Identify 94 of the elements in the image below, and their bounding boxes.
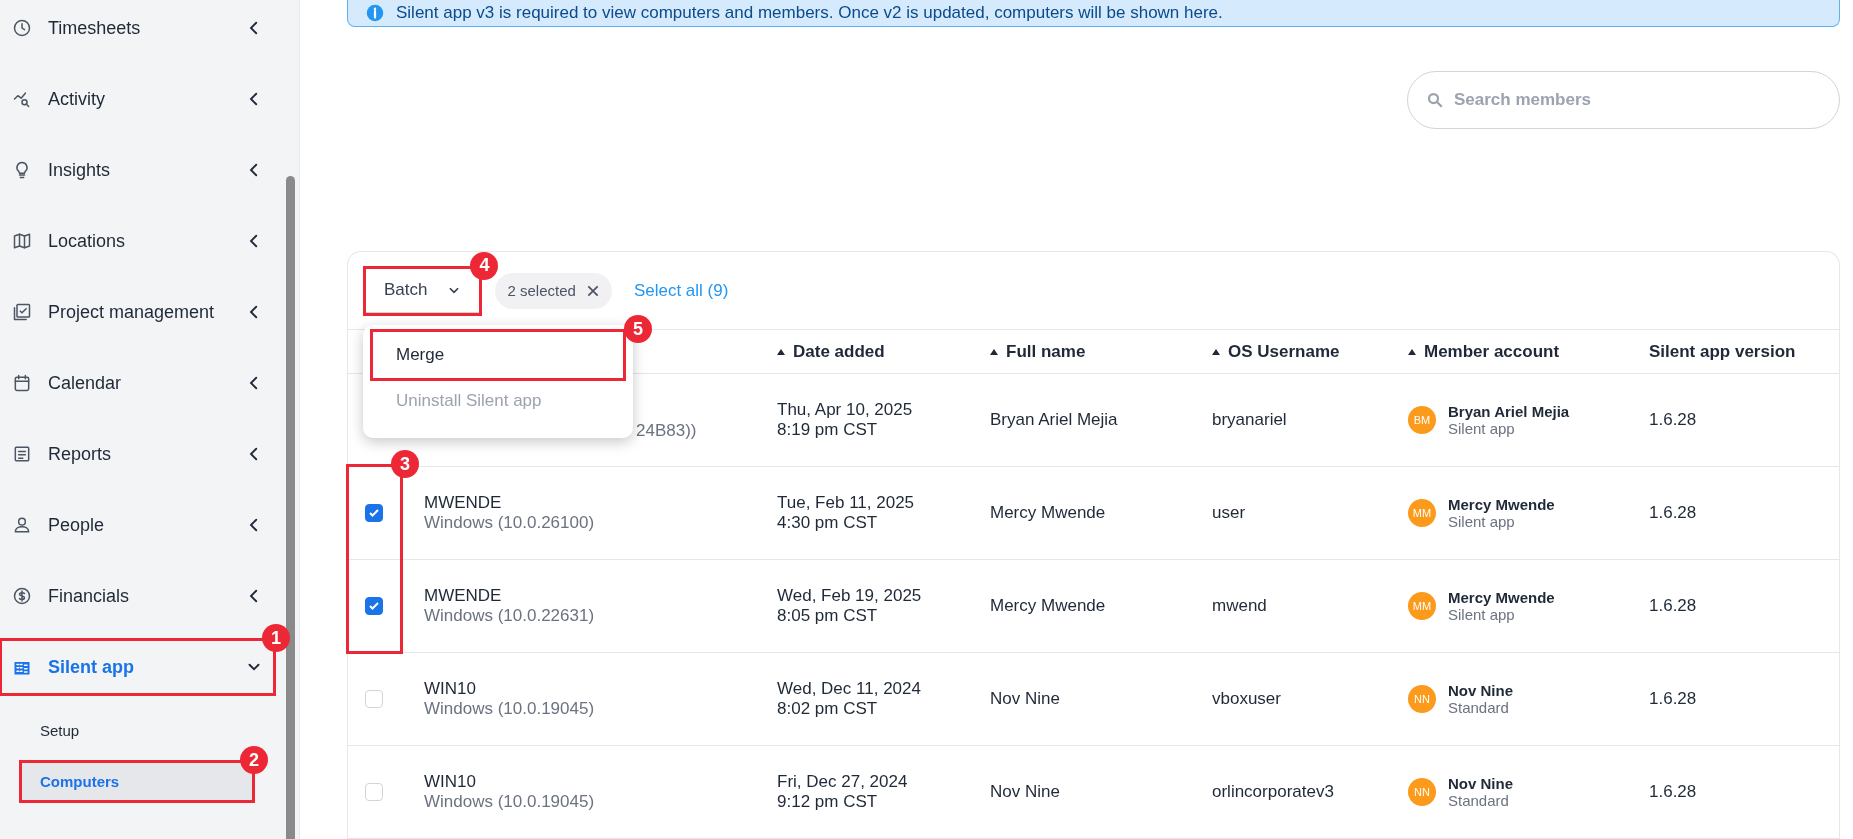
computer-name: MWENDE <box>424 586 503 606</box>
sort-icon <box>990 348 998 355</box>
member-type: Standard <box>1448 699 1510 716</box>
menu-item[interactable]: Merge <box>373 332 623 378</box>
member-name: Bryan Ariel Mejia <box>1448 403 1570 420</box>
time-text: 8:19 pm CST <box>777 420 879 440</box>
member-name: Mercy Mwende <box>1448 589 1555 606</box>
column-header[interactable]: OS Username <box>1202 341 1398 362</box>
table-cell-text: Nov Nine <box>989 782 1061 802</box>
table-cell-text: Mercy Mwende <box>989 503 1107 523</box>
table-cell-text: mwend <box>1211 596 1268 616</box>
member-type: Silent app <box>1448 420 1516 437</box>
os-version: Windows (10.0.19045) <box>424 792 596 812</box>
table-cell-text: 1.6.28 <box>1648 596 1698 616</box>
computer-name: WIN10 <box>424 679 477 699</box>
table-cell-text: Mercy Mwende <box>989 596 1107 616</box>
sidebar-item[interactable]: Timesheets <box>2 2 274 54</box>
os-version: Windows (10.0.26100) <box>424 513 596 533</box>
member-name: Nov Nine <box>1448 775 1513 792</box>
table-cell-text: user <box>1211 503 1247 523</box>
calendar-icon <box>12 373 32 393</box>
sidebar-item[interactable]: Financials <box>2 570 274 622</box>
avatar: MM <box>1408 592 1436 620</box>
sort-icon <box>1408 348 1416 355</box>
annotation-badge: 5 <box>624 315 652 343</box>
annotation-badge: 2 <box>240 746 269 774</box>
date-text: Fri, Dec 27, 2024 <box>777 772 909 792</box>
date-text: Wed, Dec 11, 2024 <box>777 679 922 699</box>
table-cell-text: 1.6.28 <box>1648 782 1698 802</box>
table-cell-text: 1.6.28 <box>1648 503 1698 523</box>
column-header[interactable]: Silent app version <box>1639 341 1839 362</box>
table-cell-text: vboxuser <box>1211 689 1282 709</box>
selection-count: 2 selected <box>507 282 576 299</box>
document-icon <box>12 444 32 464</box>
sidebar-subitem[interactable]: Setup <box>22 712 253 749</box>
dollar-icon <box>12 586 32 606</box>
banner-text: Silent app v3 is required to view computers and members. Once v2 is updated, computers will be shown here. <box>396 3 1223 23</box>
checkbox[interactable] <box>365 597 383 615</box>
member-type: Standard <box>1448 792 1510 809</box>
scrollbar-thumb[interactable] <box>286 176 296 839</box>
time-text: 8:02 pm CST <box>777 699 879 719</box>
checklist-icon <box>12 302 32 322</box>
person-icon <box>12 515 32 535</box>
computer-name: MWENDE <box>424 493 503 513</box>
map-icon <box>12 231 32 251</box>
sidebar-item[interactable]: Locations <box>2 215 274 267</box>
batch-dropdown[interactable]: Batch <box>366 268 480 313</box>
os-version: Windows (10.0.19045) <box>424 699 596 719</box>
annotation-badge: 4 <box>470 251 499 280</box>
table-cell-text: Bryan Ariel Mejia <box>989 410 1119 430</box>
os-version: 24B83)) <box>636 421 697 441</box>
computer-name: WIN10 <box>424 772 477 792</box>
time-text: 4:30 pm CST <box>777 513 879 533</box>
check-icon <box>368 600 380 612</box>
column-header[interactable]: Date added <box>767 341 980 362</box>
column-header[interactable]: Member account <box>1398 341 1639 362</box>
time-text: 8:05 pm CST <box>777 606 879 626</box>
search-field[interactable]: Search members <box>1407 71 1840 129</box>
avatar: NN <box>1408 778 1436 806</box>
os-version: Windows (10.0.22631) <box>424 606 596 626</box>
member-type: Silent app <box>1448 513 1516 530</box>
sort-icon <box>777 348 785 355</box>
member-type: Silent app <box>1448 606 1516 623</box>
date-text: Thu, Apr 10, 2025 <box>777 400 914 420</box>
annotation-badge: 1 <box>262 624 291 652</box>
sidebar-item[interactable]: Insights <box>2 144 274 196</box>
checkbox[interactable] <box>365 504 383 522</box>
date-text: Tue, Feb 11, 2025 <box>777 493 916 513</box>
check-icon <box>368 507 380 519</box>
sidebar-item[interactable]: Project management <box>2 286 274 338</box>
date-text: Wed, Feb 19, 2025 <box>777 586 923 606</box>
chart-search-icon <box>12 89 32 109</box>
table-cell-text: 1.6.28 <box>1648 689 1698 709</box>
sidebar-item[interactable]: People <box>2 499 274 551</box>
table-cell-text: orlincorporatev3 <box>1211 782 1335 802</box>
sidebar-item[interactable]: Reports <box>2 428 274 480</box>
clock-icon <box>12 18 32 38</box>
avatar: MM <box>1408 499 1436 527</box>
sort-icon <box>1212 348 1220 355</box>
close-icon[interactable] <box>585 283 600 298</box>
time-text: 9:12 pm CST <box>777 792 879 812</box>
table-cell-text: Nov Nine <box>989 689 1061 709</box>
search-icon <box>1426 91 1444 109</box>
avatar: NN <box>1408 685 1436 713</box>
column-header[interactable]: Full name <box>980 341 1202 362</box>
table-cell-text: bryanariel <box>1211 410 1288 430</box>
member-name: Mercy Mwende <box>1448 496 1555 513</box>
avatar: BM <box>1408 406 1436 434</box>
table-cell-text: 1.6.28 <box>1648 410 1698 430</box>
sidebar-item[interactable]: Activity <box>2 73 274 125</box>
sidebar-item[interactable]: Calendar <box>2 357 274 409</box>
info-icon <box>366 4 384 22</box>
annotation-badge: 3 <box>391 450 419 478</box>
member-name: Nov Nine <box>1448 682 1513 699</box>
